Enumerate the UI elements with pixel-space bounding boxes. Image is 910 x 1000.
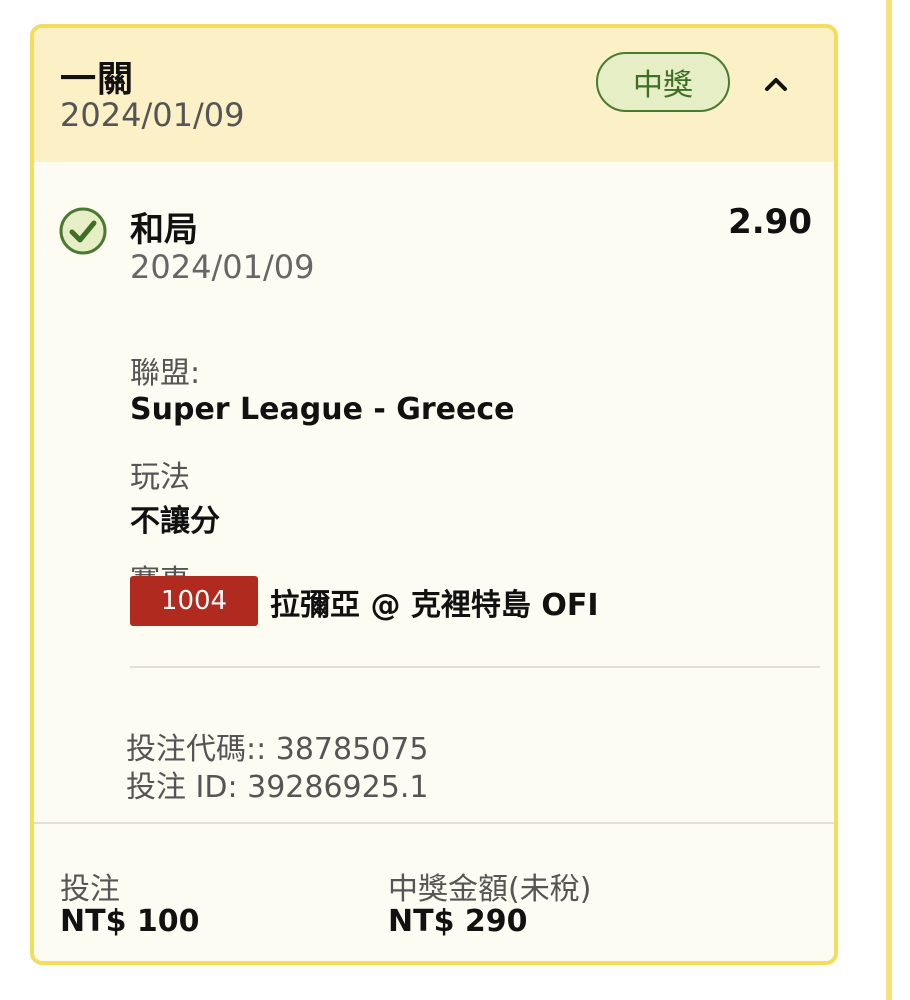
collapse-button[interactable] [754,62,798,106]
bet-type-title: 一關 [60,59,135,100]
market-label: 玩法 [130,460,190,495]
selection-odds: 2.90 [728,202,812,242]
payout-value: NT$ 290 [388,904,528,939]
payout-label: 中獎金額(未稅) [388,872,592,907]
check-circle-icon [59,207,107,255]
selection-date: 2024/01/09 [130,248,315,286]
league-value: Super League - Greece [130,392,515,427]
event-id-badge: 1004 [130,576,258,626]
chevron-up-icon [765,78,787,91]
footer-divider [34,822,834,824]
status-badge: 中獎 [596,52,730,112]
bet-date: 2024/01/09 [60,96,245,134]
bet-id: 投注 ID: 39286925.1 [126,770,429,805]
right-edge-rail [886,0,892,1000]
divider [130,666,820,668]
event-name: 拉彌亞 @ 克裡特島 OFI [270,588,599,623]
stake-label: 投注 [60,872,120,907]
market-value: 不讓分 [130,504,220,539]
stake-value: NT$ 100 [60,904,200,939]
bet-card: 一關 2024/01/09 中獎 和局 2.90 2024/01/09 聯盟: … [30,24,838,965]
bet-card-header[interactable]: 一關 2024/01/09 中獎 [34,28,834,162]
selection-name: 和局 [130,210,198,250]
league-label: 聯盟: [130,356,201,391]
